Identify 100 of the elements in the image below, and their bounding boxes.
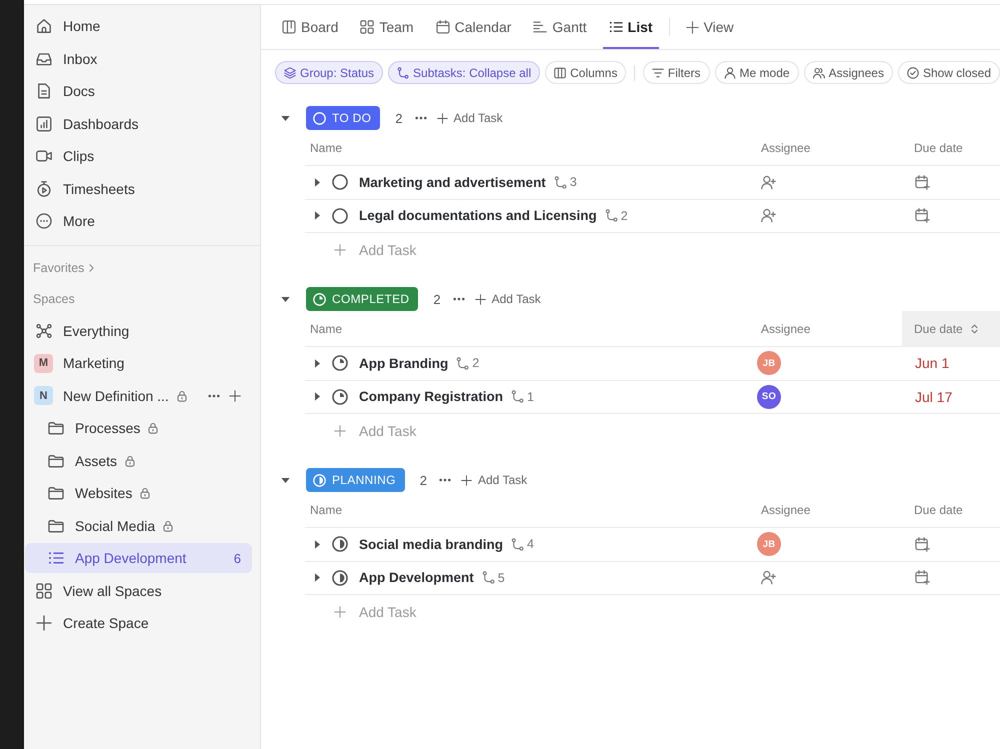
due-date[interactable]: Jun 1: [915, 355, 950, 372]
caret-right-icon[interactable]: [315, 178, 320, 187]
add-person-icon[interactable]: [761, 174, 776, 190]
add-task-button[interactable]: Add Task: [460, 473, 528, 487]
subtasks-button[interactable]: 1: [511, 390, 534, 404]
add-view-button[interactable]: View: [680, 5, 740, 49]
branch-icon: [456, 356, 470, 370]
sidebar-item[interactable]: Processes: [25, 413, 252, 444]
half-circle-icon[interactable]: [332, 570, 348, 586]
sidebar-item[interactable]: N New Definition ...: [25, 380, 252, 411]
half-circle-icon[interactable]: [332, 536, 348, 552]
toolbar-button[interactable]: Group: Status: [275, 61, 384, 84]
sidebar-item[interactable]: App Development 6: [25, 543, 252, 574]
toolbar-button[interactable]: Subtasks: Collapse all: [388, 61, 540, 84]
stopwatch-icon: [36, 180, 52, 197]
avatar[interactable]: SO: [757, 384, 781, 409]
layers-icon: [284, 66, 296, 78]
status-circle-icon[interactable]: [332, 208, 348, 224]
more-icon[interactable]: [438, 478, 451, 482]
more-icon[interactable]: [208, 394, 220, 398]
sidebar-action[interactable]: Create Space: [25, 608, 252, 638]
calendar-plus-icon[interactable]: [915, 208, 930, 224]
plus-icon: [686, 20, 699, 34]
toolbar-button[interactable]: Assignees: [804, 61, 893, 84]
column-header[interactable]: Assignee: [749, 311, 902, 346]
status-circle-icon[interactable]: [332, 174, 348, 190]
nav-item[interactable]: Inbox: [25, 44, 252, 74]
nav-item[interactable]: Dashboards: [25, 108, 252, 139]
caret-right-icon[interactable]: [315, 573, 320, 582]
column-header[interactable]: Name: [305, 130, 749, 165]
status-badge[interactable]: TO DO: [306, 106, 380, 130]
toolbar-button[interactable]: Show closed: [898, 61, 1000, 84]
column-header[interactable]: Due date: [902, 311, 1000, 346]
sidebar-action[interactable]: View all Spaces: [25, 576, 252, 606]
sidebar-item[interactable]: Websites: [25, 478, 252, 508]
caret-down-icon[interactable]: [281, 116, 290, 120]
view-tab[interactable]: List: [602, 5, 659, 49]
column-header[interactable]: Assignee: [749, 130, 902, 165]
grid-icon: [360, 20, 374, 34]
view-tab[interactable]: Calendar: [430, 5, 518, 49]
caret-right-icon[interactable]: [315, 540, 320, 549]
nav-item[interactable]: More: [25, 206, 252, 236]
subtasks-button[interactable]: 2: [604, 208, 628, 223]
toolbar-button[interactable]: Filters: [642, 61, 710, 84]
add-task-button[interactable]: Add Task: [436, 111, 503, 125]
nav-item[interactable]: Timesheets: [25, 174, 252, 204]
sidebar-item[interactable]: M Marketing: [25, 348, 252, 378]
caret-right-icon[interactable]: [315, 211, 320, 220]
calendar-plus-icon[interactable]: [915, 536, 930, 552]
task-name[interactable]: Legal documentations and Licensing: [359, 208, 597, 224]
nav-item[interactable]: Home: [25, 11, 252, 42]
add-person-icon[interactable]: [761, 208, 776, 224]
view-tab[interactable]: Board: [276, 5, 344, 49]
column-header[interactable]: Name: [305, 492, 749, 527]
status-pie-icon[interactable]: [332, 388, 348, 405]
caret-down-icon[interactable]: [281, 296, 290, 302]
column-header[interactable]: Assignee: [749, 492, 902, 527]
task-name[interactable]: App Development: [359, 570, 474, 586]
caret-right-icon[interactable]: [315, 358, 320, 368]
add-task-button[interactable]: Add Task: [474, 292, 541, 306]
folder-icon: [48, 452, 64, 469]
caret-right-icon[interactable]: [315, 392, 320, 402]
toolbar-button[interactable]: Columns: [545, 61, 626, 84]
calendar-plus-icon[interactable]: [915, 570, 930, 586]
subtasks-button[interactable]: 3: [554, 175, 577, 190]
task-name[interactable]: Marketing and advertisement: [359, 174, 546, 190]
column-header[interactable]: Name: [305, 311, 749, 346]
caret-down-icon[interactable]: [281, 478, 290, 482]
plus-icon: [334, 606, 346, 618]
column-header[interactable]: Due date: [902, 492, 1000, 527]
plus-icon[interactable]: [229, 390, 241, 402]
due-date[interactable]: Jul 17: [915, 388, 952, 405]
column-header[interactable]: Due date: [902, 130, 1000, 165]
nav-item[interactable]: Clips: [25, 141, 252, 172]
home-icon: [36, 18, 52, 34]
task-name[interactable]: App Branding: [359, 356, 448, 371]
view-tab[interactable]: Team: [354, 5, 420, 49]
subtasks-button[interactable]: 2: [456, 356, 480, 370]
sidebar-item[interactable]: Social Media: [25, 510, 252, 541]
folder-icon: [48, 420, 64, 436]
more-icon[interactable]: [452, 297, 465, 301]
task-name[interactable]: Social media branding: [359, 536, 504, 552]
folder-icon: [48, 485, 64, 502]
view-tab[interactable]: Gantt: [527, 5, 593, 49]
add-person-icon[interactable]: [761, 570, 776, 586]
task-name[interactable]: Company Registration: [359, 389, 504, 404]
toolbar-button[interactable]: Me mode: [714, 61, 799, 84]
subtasks-button[interactable]: 5: [482, 570, 505, 585]
calendar-plus-icon[interactable]: [915, 174, 930, 190]
task-count: 2: [420, 472, 427, 488]
nav-item[interactable]: Docs: [25, 76, 252, 106]
more-icon[interactable]: [414, 116, 427, 120]
plus-icon: [334, 425, 346, 437]
status-badge[interactable]: COMPLETED: [306, 287, 418, 311]
sidebar-item[interactable]: Everything: [25, 316, 252, 346]
document-icon: [36, 83, 52, 100]
branch-icon: [554, 176, 567, 189]
status-pie-icon[interactable]: [332, 355, 348, 372]
subtasks-button[interactable]: 4: [511, 537, 534, 552]
sidebar-item[interactable]: Assets: [25, 446, 252, 476]
